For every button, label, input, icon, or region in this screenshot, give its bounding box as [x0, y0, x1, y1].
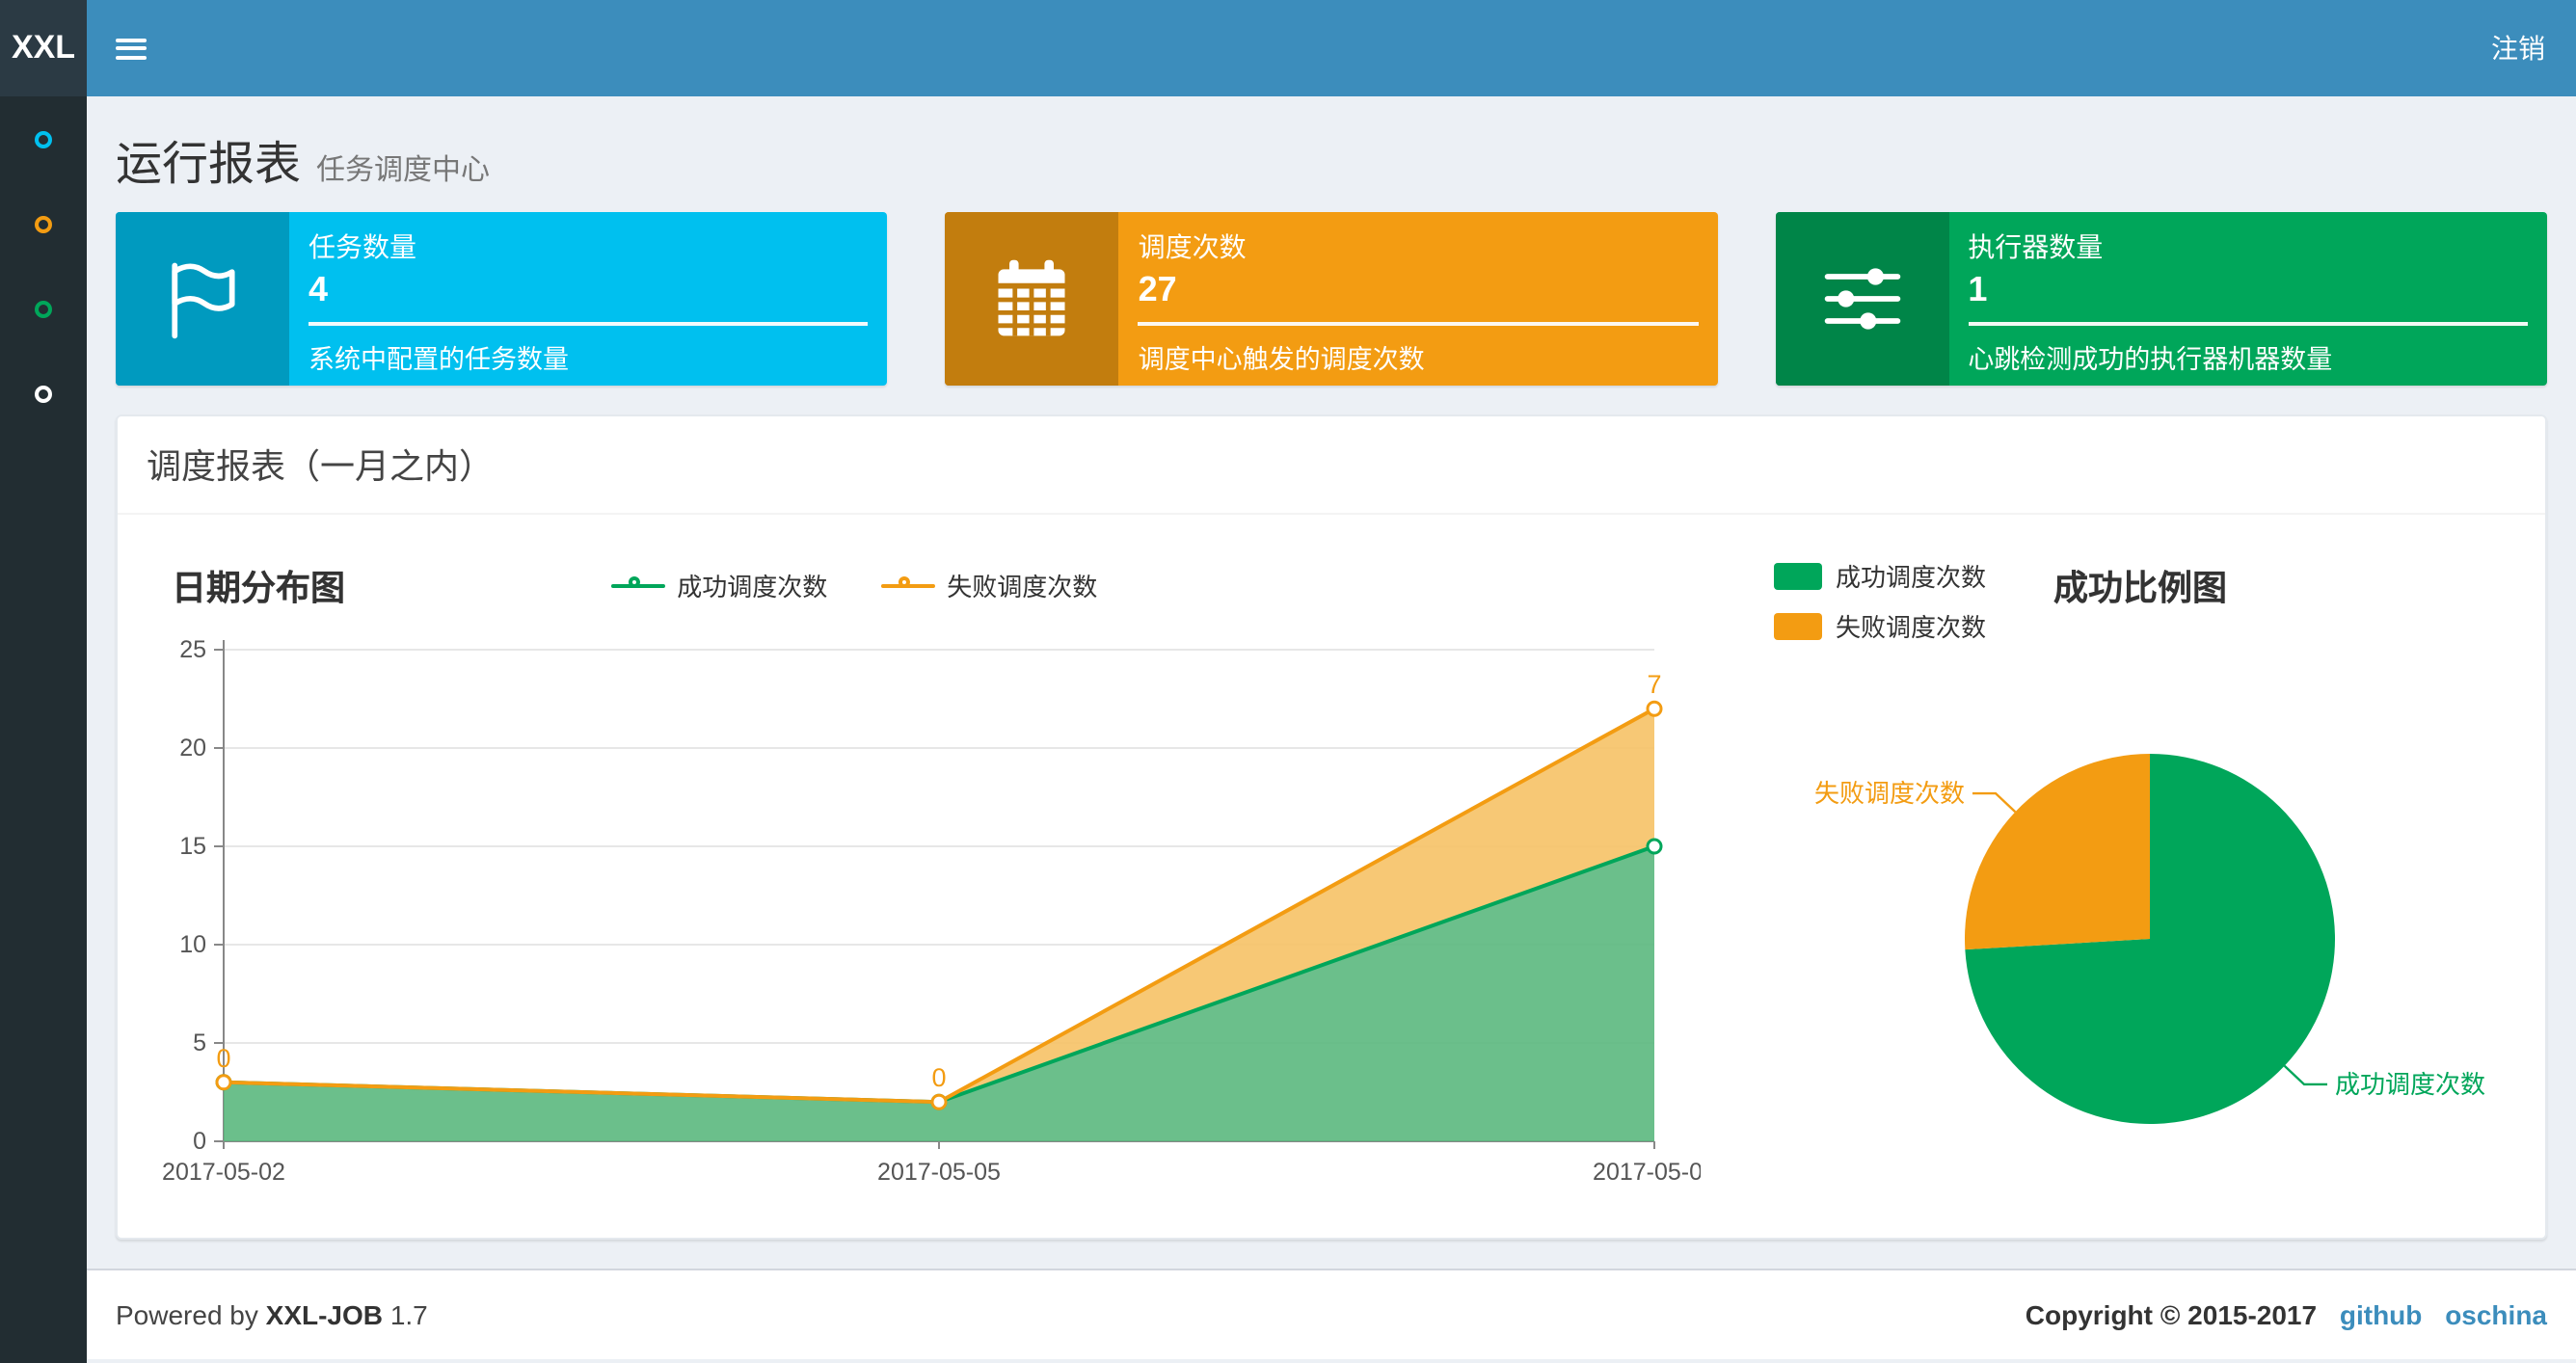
report-panel-header: 调度报表（一月之内）: [118, 416, 2545, 515]
x-tick-label: 2017-05-08: [1593, 1159, 1701, 1186]
page-title: 运行报表 任务调度中心: [116, 125, 2547, 193]
circle-icon: [35, 215, 52, 232]
line-marker-icon: [611, 575, 666, 587]
app-name: XXL-JOB: [265, 1299, 384, 1330]
y-tick-label: 20: [179, 735, 206, 762]
x-tick-label: 2017-05-05: [877, 1159, 1001, 1186]
report-panel-body: 日期分布图 成功调度次数 失败调度次数 0 5 10 15 20 25 2017-05-02 2…: [118, 515, 2545, 1238]
report-panel-title: 调度报表（一月之内）: [147, 447, 494, 486]
success-point: [1646, 838, 1663, 855]
fail-point: [1646, 700, 1663, 717]
info-box-value: 1: [1968, 270, 1988, 308]
app-logo[interactable]: XXL: [0, 0, 87, 96]
legend-label: 失败调度次数: [947, 573, 1098, 601]
fail-point: [930, 1093, 948, 1110]
line-chart-canvas: 05101520252017-05-022017-05-052017-05-08…: [162, 636, 1701, 1186]
sidebar-menu-item[interactable]: [0, 181, 87, 266]
y-tick-label: 10: [179, 931, 206, 958]
progress-bar: [1968, 322, 2528, 326]
line-chart-legend: 成功调度次数 失败调度次数: [611, 567, 1097, 603]
screenshot-viewport: XXL 注销 运行报表 任务调度中心 任务数量 4 系统中配置的任务数量 调度次…: [0, 0, 2576, 1363]
sidebar-menu-item[interactable]: [0, 96, 87, 181]
date-distribution-chart: 日期分布图 成功调度次数 失败调度次数 0 5 10 15 20 25 2017-05-02 2…: [137, 534, 1701, 1218]
page-subtitle: 任务调度中心: [316, 154, 491, 187]
flag-icon: [116, 212, 289, 386]
circle-icon: [35, 385, 52, 402]
pie-slice: [1965, 754, 2150, 950]
x-tick-label: 2017-05-02: [162, 1159, 285, 1186]
sidebar-menu-item[interactable]: [0, 351, 87, 436]
circle-icon: [35, 130, 52, 147]
y-tick-label: 25: [179, 636, 206, 663]
pie-label-line: [1972, 791, 2017, 814]
point-label: 7: [1647, 670, 1661, 699]
y-tick-label: 15: [179, 833, 206, 860]
fail-point: [215, 1074, 232, 1091]
progress-bar: [309, 322, 869, 326]
info-box-content: 执行器数量 1 心跳检测成功的执行器机器数量: [1948, 212, 2547, 386]
y-tick-label: 5: [193, 1029, 206, 1056]
copyright-text: Copyright © 2015-2017: [2025, 1299, 2318, 1330]
sidebar-toggle-button[interactable]: [87, 0, 174, 96]
point-label: 0: [216, 1044, 230, 1073]
info-box-content: 任务数量 4 系统中配置的任务数量: [289, 212, 888, 386]
pie-label-line: [2283, 1064, 2328, 1086]
github-link[interactable]: github: [2340, 1299, 2423, 1330]
legend-item[interactable]: 成功调度次数: [611, 567, 827, 603]
content-header: 运行报表 任务调度中心: [87, 96, 2576, 212]
app-version: 1.7: [389, 1299, 428, 1330]
content-wrapper: 运行报表 任务调度中心 任务数量 4 系统中配置的任务数量 调度次数 27 调度…: [87, 96, 2576, 1269]
info-box-description: 心跳检测成功的执行器机器数量: [1968, 345, 2333, 374]
info-box-title: 调度次数: [1138, 231, 1247, 262]
legend-item[interactable]: 失败调度次数: [881, 567, 1097, 603]
navbar: 注销: [87, 0, 2576, 96]
content: 任务数量 4 系统中配置的任务数量 调度次数 27 调度中心触发的调度次数 执行…: [87, 212, 2576, 1269]
footer-powered-by: Powered by XXL-JOB 1.7: [116, 1299, 428, 1330]
point-label: 0: [931, 1063, 946, 1092]
info-box-description: 系统中配置的任务数量: [309, 345, 569, 374]
info-box-title: 执行器数量: [1968, 231, 2104, 262]
circle-icon: [35, 300, 52, 317]
info-box-value: 4: [309, 270, 329, 308]
top-navbar: XXL 注销: [0, 0, 2576, 96]
hamburger-icon: [115, 33, 146, 64]
success-ratio-chart: 成功调度次数 失败调度次数 成功比例图 成功调度次数 失败调度次数: [1697, 534, 2526, 1218]
powered-prefix: Powered by: [116, 1299, 258, 1330]
legend-label: 成功调度次数: [677, 573, 828, 601]
info-box-task-count: 任务数量 4 系统中配置的任务数量: [116, 212, 888, 386]
info-box-trigger-count: 调度次数 27 调度中心触发的调度次数: [945, 212, 1718, 386]
report-panel: 调度报表（一月之内） 日期分布图 成功调度次数 失败调度次数 0 5 10 15 20 25…: [116, 414, 2547, 1240]
info-box-title: 任务数量: [309, 231, 416, 262]
pie-label: 失败调度次数: [1814, 779, 1965, 808]
footer-copyright: Copyright © 2015-2017 github oschina: [2026, 1299, 2547, 1330]
info-box-row: 任务数量 4 系统中配置的任务数量 调度次数 27 调度中心触发的调度次数 执行…: [116, 212, 2547, 386]
info-box-value: 27: [1138, 270, 1177, 308]
info-box-content: 调度次数 27 调度中心触发的调度次数: [1119, 212, 1718, 386]
sliders-icon: [1775, 212, 1949, 386]
calendar-icon: [945, 212, 1119, 386]
info-box-executor-count: 执行器数量 1 心跳检测成功的执行器机器数量: [1775, 212, 2547, 386]
sidebar-menu-item[interactable]: [0, 266, 87, 351]
oschina-link[interactable]: oschina: [2445, 1299, 2547, 1330]
progress-bar: [1138, 322, 1699, 326]
footer: Powered by XXL-JOB 1.7 Copyright © 2015-…: [87, 1269, 2576, 1359]
line-chart-title: 日期分布图: [172, 569, 345, 607]
y-tick-label: 0: [193, 1128, 206, 1155]
sidebar: [0, 96, 87, 1363]
info-box-description: 调度中心触发的调度次数: [1138, 345, 1425, 374]
logout-link[interactable]: 注销: [2460, 29, 2576, 67]
pie-chart-canvas: 成功调度次数 失败调度次数: [1814, 754, 2485, 1124]
pie-label: 成功调度次数: [2335, 1070, 2485, 1099]
line-marker-icon: [881, 575, 936, 587]
page-title-text: 运行报表: [116, 139, 301, 191]
